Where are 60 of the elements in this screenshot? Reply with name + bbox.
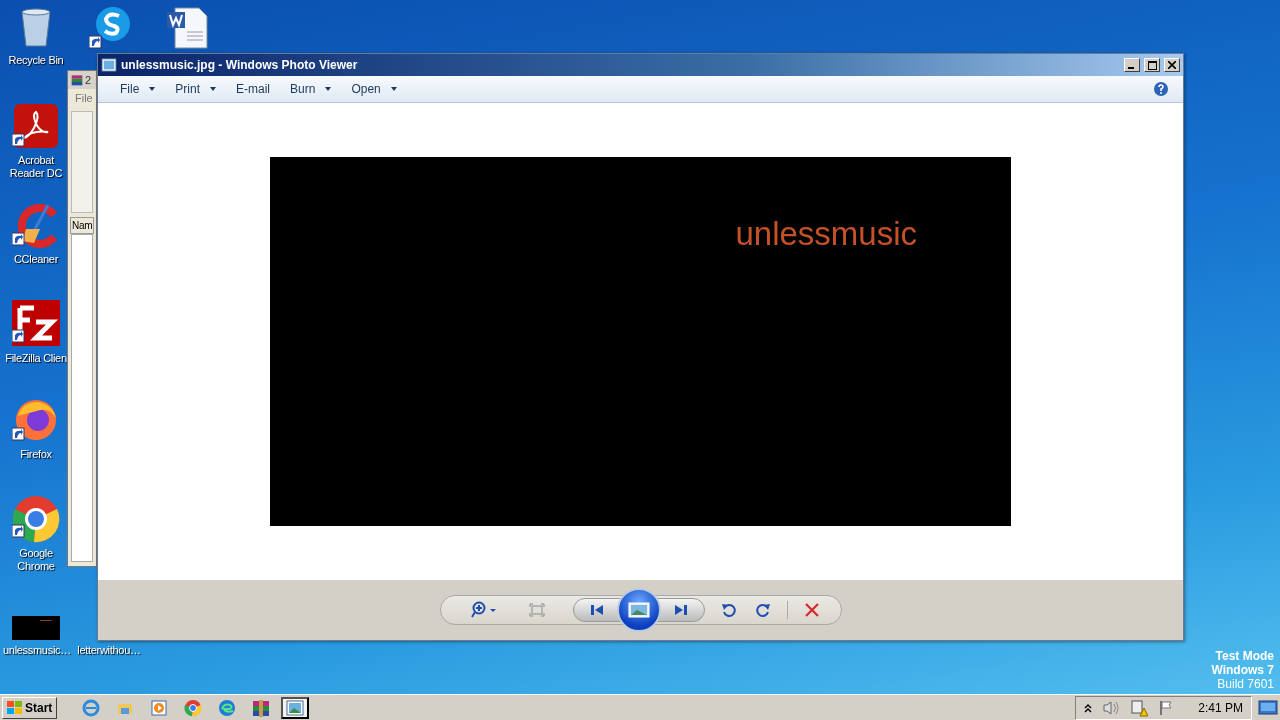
icon-label: CCleaner: [13, 253, 59, 266]
image-icon: [627, 602, 650, 618]
chevron-up-icon[interactable]: [1084, 702, 1093, 713]
previous-button[interactable]: [572, 598, 621, 622]
help-icon[interactable]: [1153, 81, 1169, 97]
network-warning-icon[interactable]: [1130, 698, 1149, 717]
icon-label: Google Chrome: [16, 547, 56, 573]
icon-label: Firefox: [20, 448, 52, 461]
filezilla-icon[interactable]: [12, 300, 60, 348]
menu-item[interactable]: File: [112, 79, 164, 99]
show-desktop-icon[interactable]: [1258, 699, 1278, 716]
previous-icon: [589, 604, 604, 616]
caret-icon: [390, 87, 397, 91]
clock[interactable]: 2:41 PM: [1198, 700, 1243, 715]
icon-label: unlessmusic…: [3, 644, 69, 657]
system-notice: Test Mode: [1215, 649, 1274, 663]
window-title: 2: [85, 74, 92, 86]
menu-item[interactable]: E-mail: [228, 79, 279, 99]
window-title: unlessmusic.jpg - Windows Photo Viewer: [121, 58, 359, 72]
skype-icon[interactable]: [89, 6, 133, 50]
system-notice: Windows 7: [1211, 663, 1274, 677]
caret-icon: [325, 87, 332, 91]
caret-icon: [210, 87, 217, 91]
next-button[interactable]: [656, 598, 705, 622]
system-notice: Build 7601: [1217, 677, 1274, 691]
document-icon[interactable]: [165, 6, 209, 50]
icon-label: FileZilla Clien: [5, 352, 67, 365]
slideshow-button[interactable]: [616, 588, 661, 632]
internet-explorer-icon: [82, 698, 101, 717]
menu-item[interactable]: Print: [167, 79, 225, 99]
winrar-icon: [252, 698, 271, 717]
next-icon: [673, 604, 688, 616]
taskbar-button[interactable]: [281, 696, 310, 719]
maximize-button[interactable]: [1144, 58, 1160, 72]
image-thumbnail-icon[interactable]: [12, 616, 60, 640]
photo-viewer-icon: [286, 699, 305, 716]
edge-icon: [218, 698, 237, 717]
icon-label: letterwithou…: [77, 644, 141, 657]
ccleaner-icon[interactable]: [12, 203, 60, 249]
chrome-icon[interactable]: [12, 495, 60, 543]
column-header[interactable]: Nam: [70, 217, 95, 234]
close-icon: [1168, 61, 1176, 69]
flag-icon[interactable]: [1158, 699, 1175, 716]
maximize-icon: [1147, 60, 1157, 70]
image-text: unlessmusic: [735, 215, 917, 253]
windows-logo-icon: [7, 700, 23, 715]
icon-label: Recycle Bin: [8, 54, 64, 67]
start-button[interactable]: Start: [2, 696, 58, 719]
acrobat-icon[interactable]: [12, 104, 60, 150]
media-player-icon: [150, 698, 169, 717]
close-button[interactable]: [1164, 58, 1180, 72]
icon-label: Acrobat Reader DC: [8, 154, 64, 180]
menu-item[interactable]: File: [75, 89, 93, 107]
minimize-button[interactable]: [1124, 58, 1140, 72]
caret-icon: [149, 87, 156, 91]
winrar-icon: [71, 74, 83, 86]
photo-viewer-icon: [101, 58, 117, 72]
menu-item[interactable]: Burn: [282, 79, 340, 99]
menu-item[interactable]: Open: [343, 79, 405, 99]
chrome-icon: [184, 698, 203, 717]
